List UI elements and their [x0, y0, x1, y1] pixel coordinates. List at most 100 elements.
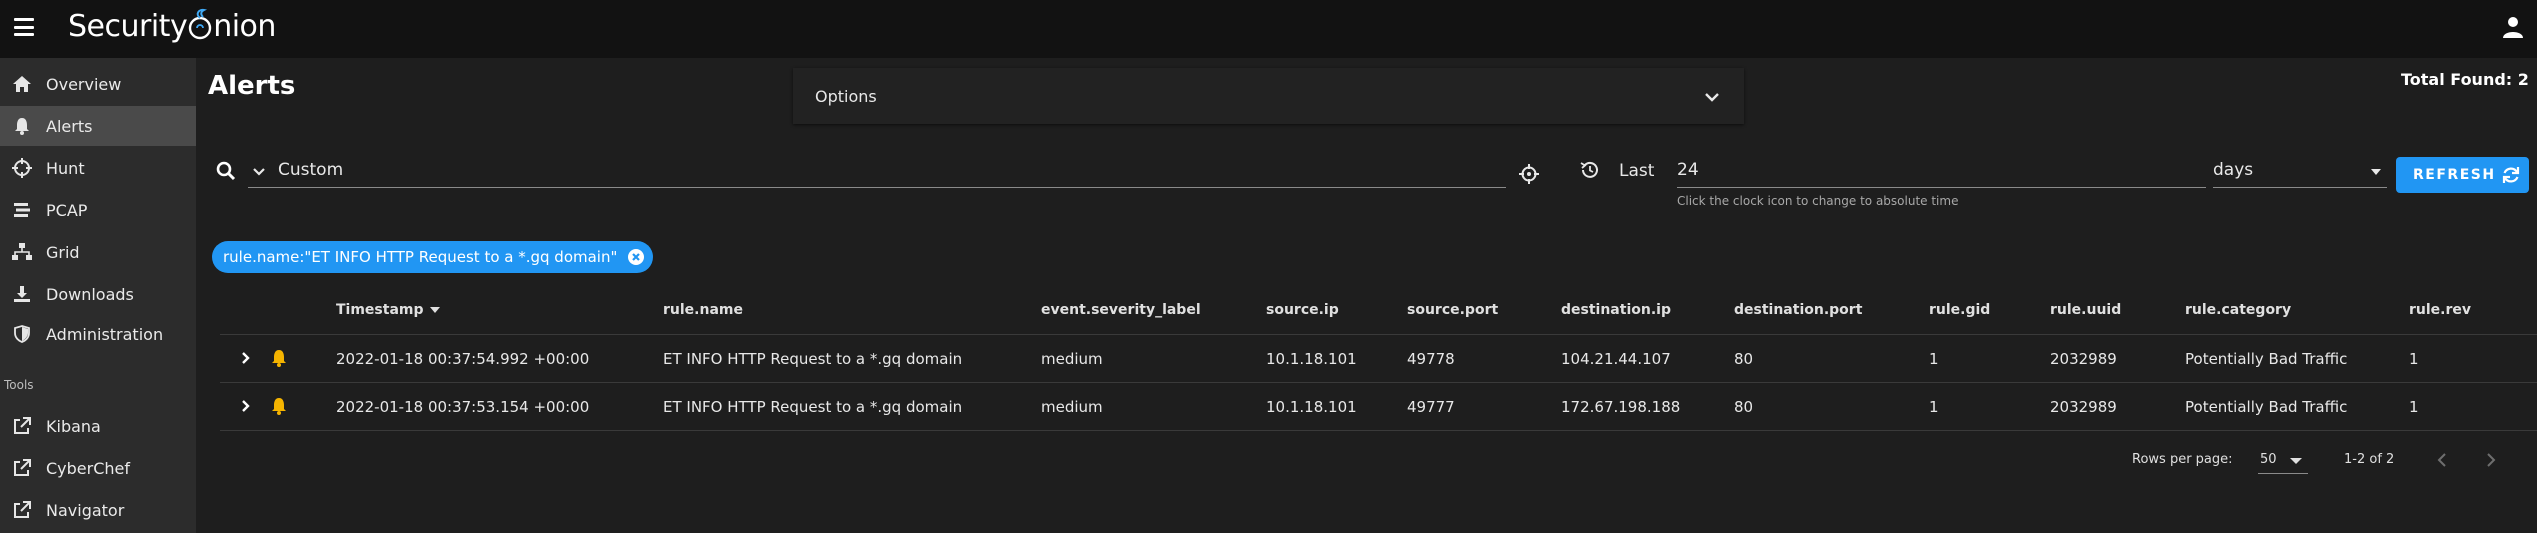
table-row[interactable]: 2022-01-18 00:37:53.154 +00:00 ET INFO H… [220, 383, 2537, 431]
crosshairs-icon[interactable] [1519, 164, 1539, 184]
cell-source-ip[interactable]: 10.1.18.101 [1266, 350, 1357, 368]
logo-text-left: Security [68, 9, 188, 44]
sidebar-item-administration[interactable]: Administration [0, 314, 196, 354]
chevron-right-icon[interactable] [238, 350, 254, 366]
total-found: Total Found: 2 [2401, 70, 2529, 89]
cell-rule-name[interactable]: ET INFO HTTP Request to a *.gq domain [663, 398, 962, 416]
column-header-timestamp[interactable]: Timestamp [336, 302, 440, 318]
sidebar-item-alerts[interactable]: Alerts [0, 106, 196, 146]
rows-per-page-value: 50 [2260, 452, 2277, 467]
onion-swirl-icon [187, 8, 213, 44]
history-clock-icon[interactable] [1579, 159, 1601, 181]
cell-destination-port[interactable]: 80 [1734, 350, 1753, 368]
sidebar-item-label: Grid [46, 242, 80, 262]
bell-icon [12, 116, 32, 136]
sidebar-item-downloads[interactable]: Downloads [0, 274, 196, 314]
sidebar-item-label: Alerts [46, 116, 93, 136]
cell-source-port[interactable]: 49777 [1407, 398, 1455, 416]
relative-time-value: 24 [1677, 160, 1699, 180]
page-title: Alerts [208, 71, 296, 101]
top-app-bar: Security nion [0, 0, 2537, 58]
stream-icon [12, 200, 32, 220]
sidebar-item-label: Downloads [46, 284, 134, 304]
options-panel-toggle[interactable]: Options [793, 68, 1744, 124]
cell-rule-uuid[interactable]: 2032989 [2050, 398, 2117, 416]
external-link-icon [12, 500, 32, 520]
next-page-button[interactable] [2479, 448, 2503, 472]
cell-destination-port[interactable]: 80 [1734, 398, 1753, 416]
filter-chip[interactable]: rule.name:"ET INFO HTTP Request to a *.g… [212, 241, 654, 273]
cell-severity[interactable]: medium [1041, 350, 1103, 368]
sort-arrow-icon [429, 307, 440, 313]
cell-source-port[interactable]: 49778 [1407, 350, 1455, 368]
cell-timestamp: 2022-01-18 00:37:53.154 +00:00 [336, 398, 590, 416]
cell-destination-ip[interactable]: 172.67.198.188 [1561, 398, 1680, 416]
sidebar-item-pcap[interactable]: PCAP [0, 190, 196, 230]
sidebar-item-cyberchef[interactable]: CyberChef [0, 448, 196, 488]
cell-rule-uuid[interactable]: 2032989 [2050, 350, 2117, 368]
chevron-right-icon[interactable] [238, 398, 254, 414]
cell-rule-name[interactable]: ET INFO HTTP Request to a *.gq domain [663, 350, 962, 368]
menu-icon[interactable] [14, 18, 34, 36]
column-header-rule-uuid[interactable]: rule.uuid [2050, 302, 2121, 318]
relative-time-input[interactable]: 24 [1677, 156, 2206, 188]
logo-text-right: nion [213, 9, 276, 44]
time-unit-value: days [2213, 160, 2254, 180]
chevron-down-icon [1703, 88, 1721, 106]
rows-per-page-select[interactable]: 50 [2258, 446, 2308, 474]
column-header-source-port[interactable]: source.port [1407, 302, 1498, 318]
cell-rule-gid[interactable]: 1 [1929, 398, 1939, 416]
sidebar: Overview Alerts Hunt PCAP Grid Downloads… [0, 58, 196, 533]
column-header-label: Timestamp [336, 302, 424, 318]
cell-severity[interactable]: medium [1041, 398, 1103, 416]
close-circle-icon[interactable] [627, 248, 645, 266]
tools-section-label: Tools [4, 378, 34, 392]
previous-page-button[interactable] [2430, 448, 2454, 472]
user-account-icon[interactable] [2500, 14, 2526, 40]
sidebar-item-grid[interactable]: Grid [0, 232, 196, 272]
cell-rule-category[interactable]: Potentially Bad Traffic [2185, 350, 2347, 368]
chevron-down-icon[interactable] [251, 163, 267, 179]
cell-rule-category[interactable]: Potentially Bad Traffic [2185, 398, 2347, 416]
sidebar-item-hunt[interactable]: Hunt [0, 148, 196, 188]
download-icon [12, 284, 32, 304]
column-header-rule-category[interactable]: rule.category [2185, 302, 2291, 318]
refresh-button[interactable]: REFRESH [2396, 157, 2529, 193]
options-label: Options [815, 87, 877, 106]
time-unit-select[interactable]: days [2213, 156, 2387, 188]
time-hint: Click the clock icon to change to absolu… [1677, 194, 1959, 208]
external-link-icon [12, 416, 32, 436]
pagination-range: 1-2 of 2 [2344, 452, 2395, 467]
cell-rule-rev[interactable]: 1 [2409, 350, 2419, 368]
sidebar-item-label: Navigator [46, 500, 125, 520]
sidebar-item-label: Overview [46, 74, 122, 94]
column-header-destination-port[interactable]: destination.port [1734, 302, 1862, 318]
column-header-rule-rev[interactable]: rule.rev [2409, 302, 2471, 318]
bell-icon[interactable] [270, 396, 288, 416]
column-header-rule-gid[interactable]: rule.gid [1929, 302, 1990, 318]
cell-rule-gid[interactable]: 1 [1929, 350, 1939, 368]
cell-timestamp: 2022-01-18 00:37:54.992 +00:00 [336, 350, 590, 368]
shield-icon [12, 324, 32, 344]
sidebar-item-label: CyberChef [46, 458, 131, 478]
sidebar-item-overview[interactable]: Overview [0, 64, 196, 104]
sidebar-item-label: PCAP [46, 200, 88, 220]
column-header-source-ip[interactable]: source.ip [1266, 302, 1339, 318]
sidebar-item-navigator[interactable]: Navigator [0, 490, 196, 530]
last-label: Last [1619, 161, 1655, 181]
table-row[interactable]: 2022-01-18 00:37:54.992 +00:00 ET INFO H… [220, 335, 2537, 383]
sidebar-item-kibana[interactable]: Kibana [0, 406, 196, 446]
sitemap-icon [12, 242, 32, 262]
column-header-severity[interactable]: event.severity_label [1041, 302, 1201, 318]
cell-rule-rev[interactable]: 1 [2409, 398, 2419, 416]
cell-source-ip[interactable]: 10.1.18.101 [1266, 398, 1357, 416]
home-icon [12, 74, 32, 94]
external-link-icon [12, 458, 32, 478]
security-onion-logo[interactable]: Security nion [68, 8, 276, 44]
query-select[interactable]: Custom [248, 156, 1506, 188]
bell-icon[interactable] [270, 348, 288, 368]
cell-destination-ip[interactable]: 104.21.44.107 [1561, 350, 1671, 368]
column-header-destination-ip[interactable]: destination.ip [1561, 302, 1671, 318]
column-header-rule-name[interactable]: rule.name [663, 302, 743, 318]
crosshairs-icon [12, 158, 32, 178]
